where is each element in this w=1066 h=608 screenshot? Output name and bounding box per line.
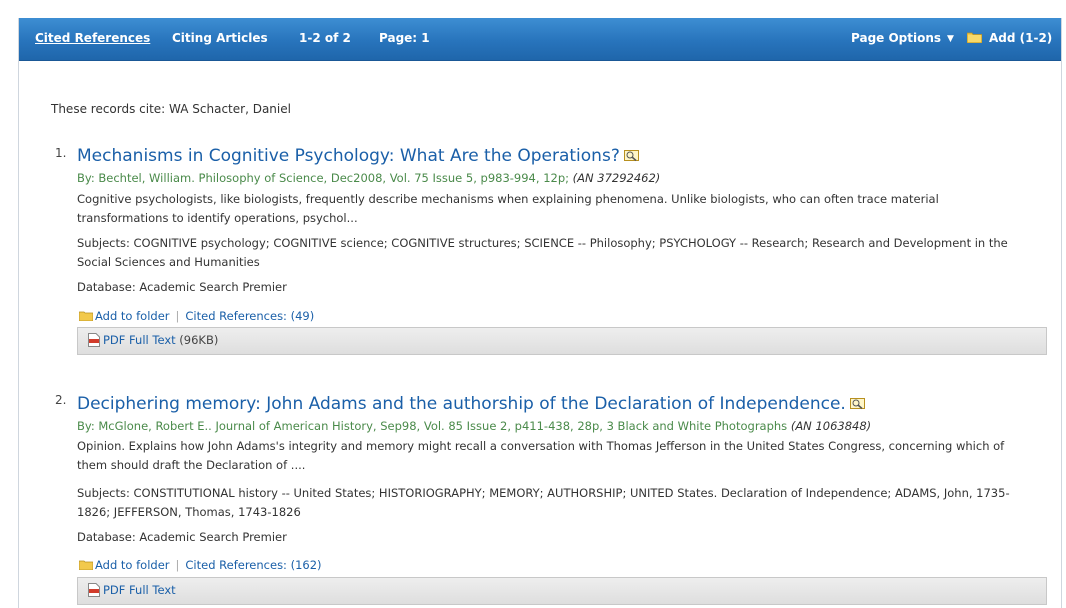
page-options-dropdown[interactable]: Page Options ▼ <box>851 31 954 45</box>
folder-icon <box>79 560 93 570</box>
full-text-bar: PDF Full Text <box>77 577 1047 605</box>
folder-icon <box>79 311 93 321</box>
pdf-full-text-link[interactable]: PDF Full Text <box>88 583 176 597</box>
result-abstract: Opinion. Explains how John Adams's integ… <box>77 439 1005 472</box>
result-title-text: Mechanisms in Cognitive Psychology: What… <box>77 146 620 166</box>
page-indicator: Page: 1 <box>379 31 430 45</box>
chevron-down-icon: ▼ <box>947 34 954 44</box>
citing-articles-link[interactable]: Citing Articles <box>172 31 268 45</box>
result-number: 1. <box>55 146 67 160</box>
cites-intro: These records cite: WA Schacter, Daniel <box>51 102 291 116</box>
result-range: 1-2 of 2 <box>299 31 351 45</box>
add-to-folder-link[interactable]: Add to folder <box>95 558 170 572</box>
cited-references-link[interactable]: Cited References <box>35 31 150 45</box>
accession-number: (AN 37292462) <box>572 171 661 185</box>
results-toolbar: Cited References Citing Articles 1-2 of … <box>19 18 1061 61</box>
preview-icon[interactable] <box>849 397 866 410</box>
cited-references-count-link[interactable]: Cited References: (162) <box>185 558 321 572</box>
citation-text: By: McGlone, Robert E.. Journal of Ameri… <box>77 419 788 433</box>
result-database: Database: Academic Search Premier <box>77 280 287 294</box>
result-citation: By: McGlone, Robert E.. Journal of Ameri… <box>77 419 871 433</box>
folder-icon <box>967 32 982 43</box>
citation-text: By: Bechtel, William. Philosophy of Scie… <box>77 171 569 185</box>
pdf-icon <box>88 333 100 347</box>
result-citation: By: Bechtel, William. Philosophy of Scie… <box>77 171 660 185</box>
full-text-bar: PDF Full Text (96KB) <box>77 327 1047 355</box>
link-separator: | <box>175 558 180 572</box>
add-all-button[interactable]: Add (1-2) <box>989 31 1052 45</box>
result-number: 2. <box>55 393 67 407</box>
add-to-folder-link[interactable]: Add to folder <box>95 309 170 323</box>
result-database: Database: Academic Search Premier <box>77 530 287 544</box>
result-title[interactable]: Mechanisms in Cognitive Psychology: What… <box>77 146 640 166</box>
accession-number: (AN 1063848) <box>790 419 872 433</box>
pdf-full-text-link[interactable]: PDF Full Text (96KB) <box>88 333 218 347</box>
result-subjects: Subjects: COGNITIVE psychology; COGNITIV… <box>77 236 1008 269</box>
preview-icon[interactable] <box>623 149 640 162</box>
result-actions: Add to folder | Cited References: (162) <box>79 558 322 572</box>
result-title-text: Deciphering memory: John Adams and the a… <box>77 394 846 414</box>
page-options-label: Page Options <box>851 31 942 45</box>
pdf-full-text-label: PDF Full Text <box>103 583 176 597</box>
results-panel: Cited References Citing Articles 1-2 of … <box>18 18 1062 608</box>
result-subjects: Subjects: CONSTITUTIONAL history -- Unit… <box>77 486 1010 519</box>
link-separator: | <box>175 309 180 323</box>
pdf-size: (96KB) <box>179 333 219 347</box>
pdf-icon <box>88 583 100 597</box>
result-title[interactable]: Deciphering memory: John Adams and the a… <box>77 394 866 414</box>
result-actions: Add to folder | Cited References: (49) <box>79 309 314 323</box>
pdf-full-text-label: PDF Full Text <box>103 333 176 347</box>
cited-references-count-link[interactable]: Cited References: (49) <box>185 309 314 323</box>
result-abstract: Cognitive psychologists, like biologists… <box>77 192 939 225</box>
